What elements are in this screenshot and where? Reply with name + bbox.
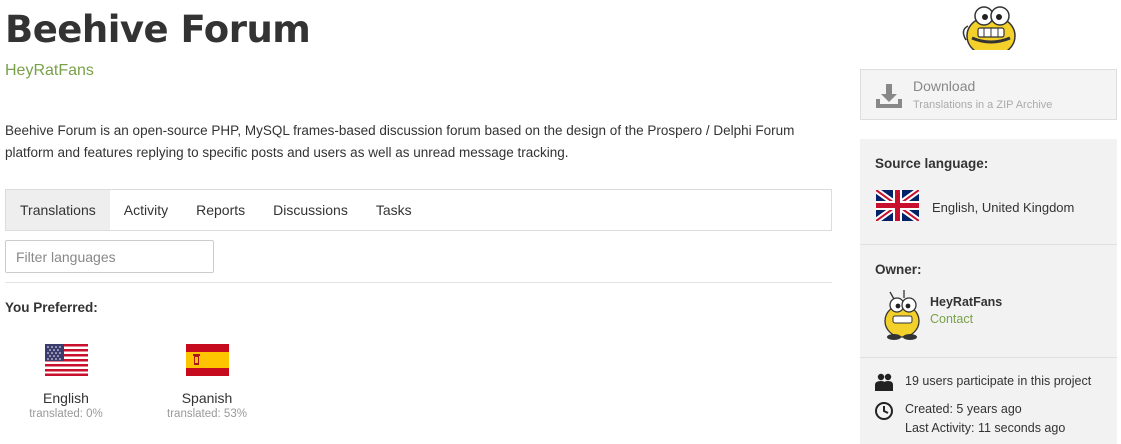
- language-name: English: [43, 390, 89, 406]
- tab-translations[interactable]: Translations: [6, 190, 110, 230]
- tab-bar: Translations Activity Reports Discussion…: [5, 189, 832, 231]
- tab-discussions[interactable]: Discussions: [259, 190, 362, 230]
- last-activity: Last Activity: 11 seconds ago: [905, 421, 1066, 435]
- download-title: Download: [913, 78, 976, 94]
- owner-name: HeyRatFans: [930, 295, 1003, 309]
- language-progress: translated: 0%: [29, 408, 103, 420]
- download-button[interactable]: Download Translations in a ZIP Archive: [860, 69, 1117, 120]
- preferred-heading: You Preferred:: [5, 300, 98, 315]
- tab-tasks[interactable]: Tasks: [362, 190, 426, 230]
- language-card-spanish[interactable]: Spanish translated: 53%: [147, 340, 267, 420]
- divider: [860, 244, 1117, 245]
- language-name: Spanish: [181, 390, 233, 406]
- download-icon: [876, 84, 902, 108]
- project-info-panel: Source language: English, United Kingdom…: [860, 139, 1117, 444]
- project-description: Beehive Forum is an open-source PHP, MyS…: [5, 123, 795, 160]
- source-language-heading: Source language:: [875, 156, 989, 171]
- participants-count: 19 users participate in this project: [905, 374, 1092, 388]
- tab-activity[interactable]: Activity: [110, 190, 182, 230]
- download-subtitle: Translations in a ZIP Archive: [913, 99, 1053, 111]
- bee-mascot-icon: [962, 6, 1016, 50]
- divider: [860, 357, 1117, 358]
- es-flag-icon: [185, 344, 229, 376]
- users-icon: [875, 373, 893, 391]
- filter-languages-input[interactable]: [5, 240, 214, 273]
- created-date: Created: 5 years ago: [905, 402, 1022, 416]
- divider: [5, 282, 832, 283]
- owner-avatar: [884, 290, 920, 340]
- contact-link[interactable]: Contact: [930, 312, 973, 326]
- owner-link[interactable]: HeyRatFans: [5, 62, 94, 80]
- clock-icon: [875, 402, 893, 420]
- tab-reports[interactable]: Reports: [182, 190, 259, 230]
- owner-heading: Owner:: [875, 262, 922, 277]
- page-title: Beehive Forum: [5, 8, 311, 51]
- uk-flag-icon: [876, 190, 919, 221]
- source-language-name: English, United Kingdom: [932, 200, 1075, 215]
- us-flag-icon: [44, 344, 88, 376]
- language-progress: translated: 53%: [167, 408, 247, 420]
- language-card-english[interactable]: English translated: 0%: [6, 340, 126, 420]
